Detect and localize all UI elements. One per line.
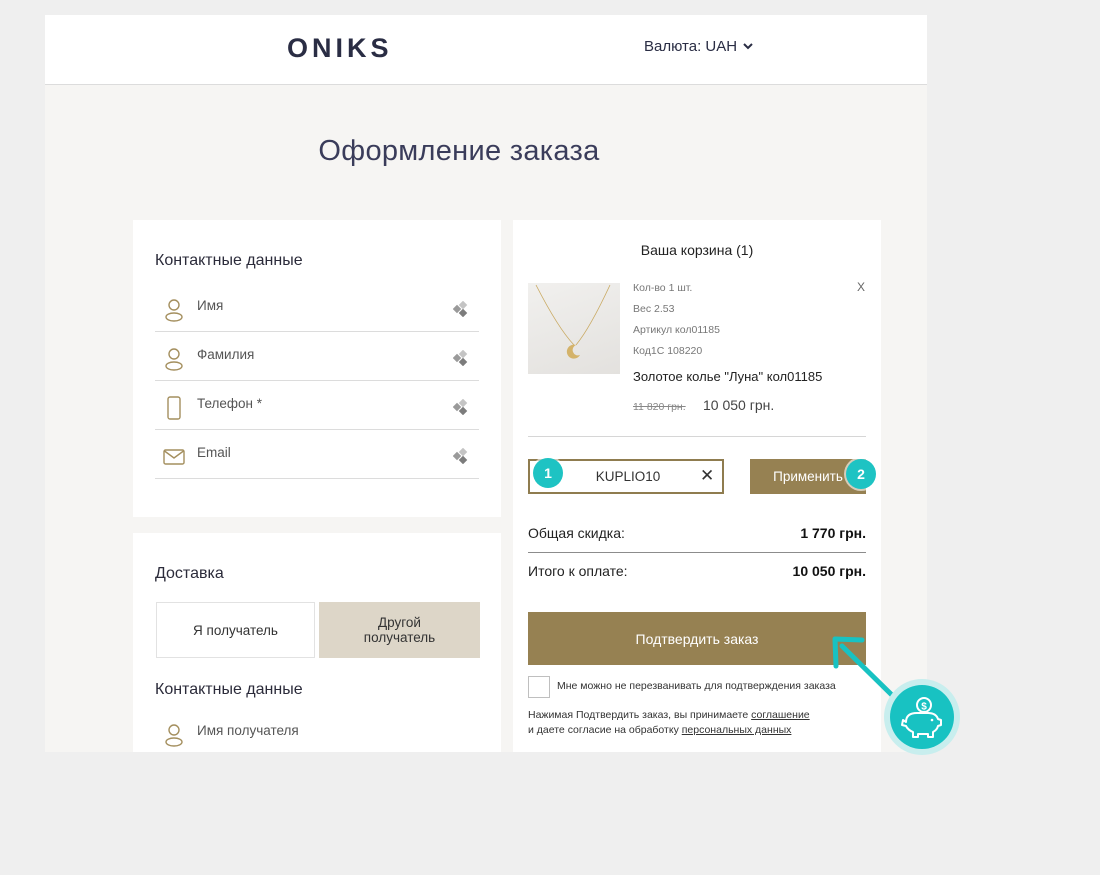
email-label: Email (197, 445, 231, 460)
mail-icon (163, 445, 185, 467)
contacts-heading: Контактные данные (155, 252, 303, 269)
autofill-icon[interactable] (452, 349, 469, 367)
item-qty: Кол-во 1 шт. (633, 282, 693, 294)
svg-text:$: $ (921, 702, 927, 713)
recipient-other-label: Другой получатель (363, 615, 436, 645)
chevron-down-icon (743, 41, 753, 53)
no-call-checkbox[interactable] (528, 676, 550, 698)
consent-text-2: и даете согласие на обработку (528, 724, 682, 736)
consent-text-1: Нажимая Подтвердить заказ, вы принимаете (528, 709, 752, 721)
piggy-bank-icon[interactable]: $ (884, 679, 960, 755)
user-icon (163, 723, 185, 747)
last-name-field[interactable]: Фамилия (155, 341, 479, 381)
email-field[interactable]: Email (155, 439, 479, 479)
item-article: Артикул кол01185 (633, 324, 720, 336)
autofill-icon[interactable] (452, 398, 469, 416)
no-call-label: Мне можно не перезванивать для подтвержд… (557, 680, 836, 692)
recipient-me-button[interactable]: Я получатель (156, 602, 315, 658)
current-price: 10 050 грн. (703, 397, 775, 413)
recipient-contacts-heading: Контактные данные (155, 681, 303, 698)
phone-icon (163, 396, 185, 420)
brand-logo[interactable]: ONIKS (287, 33, 393, 64)
item-weight: Вес 2.53 (633, 303, 675, 315)
discount-value: 1 770 грн. (800, 525, 866, 541)
user-icon (163, 347, 185, 371)
phone-field[interactable]: Телефон * (155, 390, 479, 430)
consent-text: Нажимая Подтвердить заказ, вы принимаете… (528, 708, 873, 738)
autofill-icon[interactable] (452, 447, 469, 465)
total-value: 10 050 грн. (792, 563, 866, 579)
product-image[interactable] (528, 283, 620, 374)
confirm-order-button[interactable]: Подтвердить заказ (528, 612, 866, 665)
first-name-label: Имя (197, 298, 224, 313)
discount-label: Общая скидка: (528, 525, 625, 541)
divider (528, 552, 866, 553)
remove-item-button[interactable]: X (857, 280, 865, 294)
currency-label: Валюта: (644, 38, 702, 55)
recipient-name-label: Имя получателя (197, 723, 299, 738)
page-title: Оформление заказа (318, 135, 600, 167)
delivery-card: Доставка Я получатель Другой получатель … (133, 533, 501, 752)
delivery-heading: Доставка (155, 565, 224, 582)
total-label: Итого к оплате: (528, 563, 628, 579)
site-header: ONIKS Валюта: UAH (45, 15, 927, 85)
cart-heading: Ваша корзина (1) (640, 242, 754, 258)
old-price: 11 820 грн. (633, 401, 686, 413)
item-code: Код1С 108220 (633, 345, 703, 357)
recipient-name-field[interactable]: Имя получателя (155, 717, 479, 752)
clear-promo-icon[interactable]: ✕ (700, 466, 714, 486)
piggy-badge: $ (890, 685, 954, 749)
annotation-badge-1: 1 (533, 458, 563, 488)
checkout-page: ONIKS Валюта: UAH Оформление заказа Конт… (45, 15, 927, 752)
recipient-other-button[interactable]: Другой получатель (319, 602, 480, 658)
personal-data-link[interactable]: персональных данных (682, 724, 792, 736)
first-name-field[interactable]: Имя (155, 292, 479, 332)
product-name[interactable]: Золотое колье "Луна" кол01185 (633, 369, 822, 384)
currency-selector[interactable]: Валюта: UAH (644, 38, 753, 55)
user-icon (163, 298, 185, 322)
cart-card: Ваша корзина (1) Кол-во 1 шт. Вес 2.53 А… (513, 220, 881, 752)
currency-value: UAH (705, 38, 738, 55)
agreement-link[interactable]: соглашение (751, 709, 810, 721)
divider (528, 436, 866, 437)
contacts-card: Контактные данные Имя Фамилия Телефон * (133, 220, 501, 517)
phone-label: Телефон * (197, 396, 263, 411)
last-name-label: Фамилия (197, 347, 255, 362)
autofill-icon[interactable] (452, 300, 469, 318)
annotation-badge-2: 2 (846, 459, 876, 489)
